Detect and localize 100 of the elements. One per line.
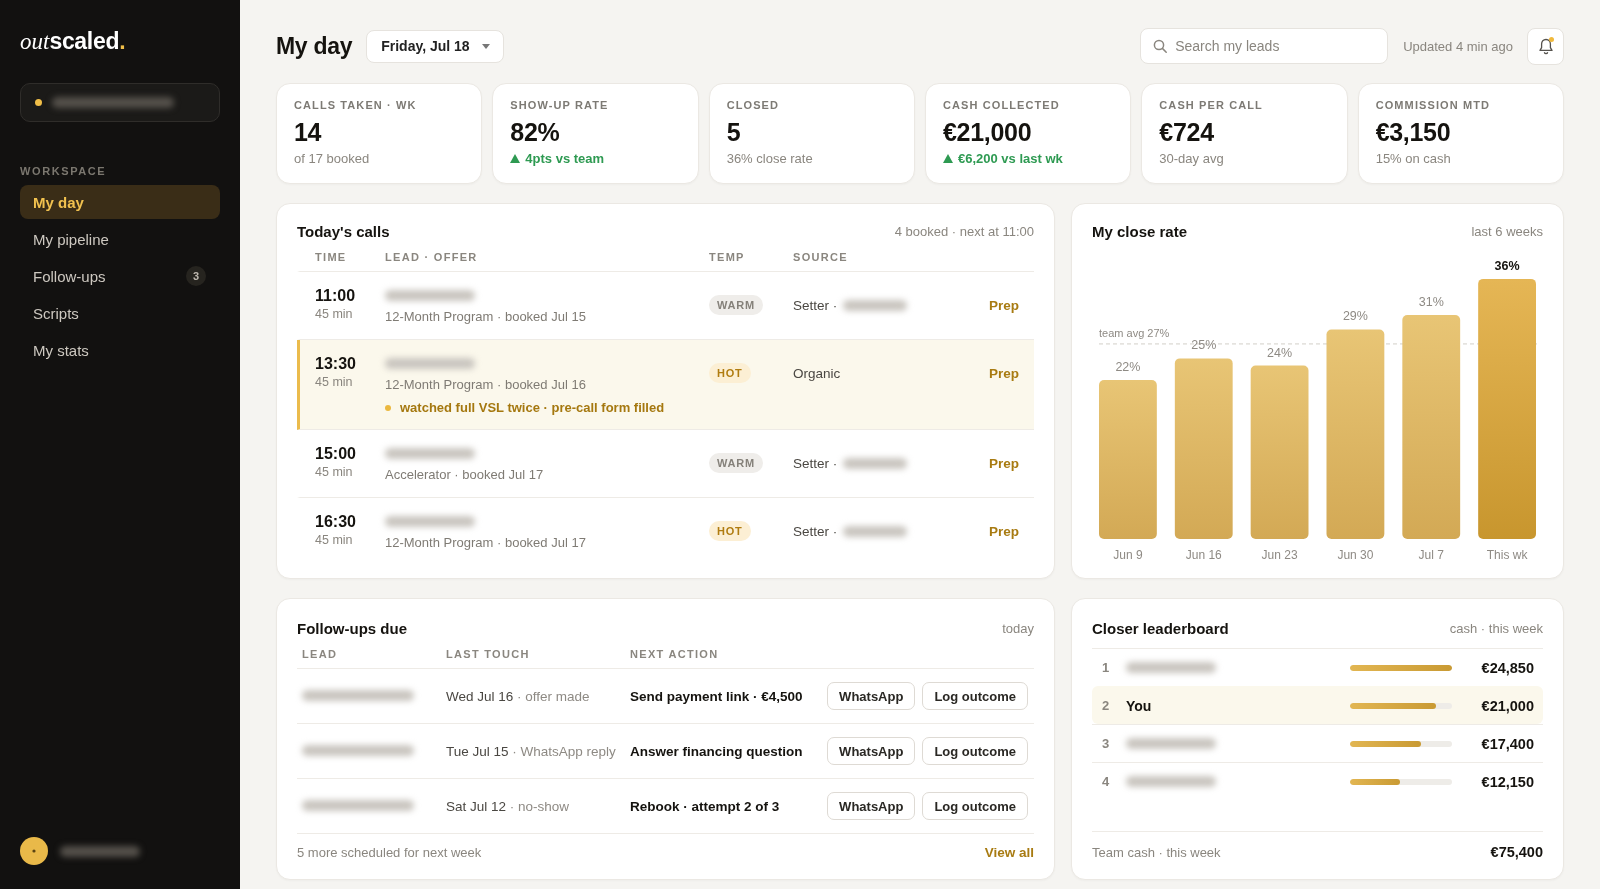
prep-link[interactable]: Prep — [989, 365, 1019, 381]
cash-amount: €21,000 — [1480, 697, 1534, 714]
panel-title: My close rate — [1092, 223, 1188, 240]
column-header: NEXT ACTION — [630, 648, 719, 660]
panel-summary: today — [1002, 620, 1034, 636]
call-row[interactable]: 16:30 45 min 12-Month Program · booked Jul 17 HOT Setter · Prep — [297, 498, 1034, 565]
column-header: SOURCE — [793, 251, 848, 263]
row-action-button[interactable]: WhatsApp — [827, 682, 916, 710]
offer-text: 12-Month Program · booked Jul 16 — [385, 376, 586, 394]
panel-summary: cash · this week — [1449, 620, 1543, 636]
nav-item[interactable]: My stats — [20, 333, 220, 367]
closer-name: You — [1126, 697, 1152, 714]
call-time: 11:00 — [315, 286, 356, 306]
next-action: Send payment link · €4,500 — [630, 688, 803, 704]
row-action-button[interactable]: WhatsApp — [827, 737, 916, 765]
source-label: Setter · — [793, 455, 838, 471]
search-icon — [1153, 39, 1168, 53]
footer-note: 5 more scheduled for next week — [297, 845, 482, 860]
panel-title: Today's calls — [297, 223, 390, 240]
column-header: LAST TOUCH — [446, 648, 530, 660]
call-row[interactable]: 13:30 45 min 12-Month Program · booked Jul 16 watched full VSL twice · pre-call form filled HOT Organic Prep — [297, 340, 1034, 430]
axis-label: Jun 16 — [1185, 548, 1222, 562]
date-dropdown[interactable]: Friday, Jul 18 — [366, 29, 504, 63]
column-header: TIME — [315, 251, 347, 263]
panel-title: Closer leaderboard — [1092, 619, 1229, 637]
kpi-label: SHOW-UP RATE — [510, 98, 609, 112]
lead-note: watched full VSL twice · pre-call form filled — [400, 399, 665, 416]
rank-number: 4 — [1102, 774, 1111, 789]
temperature-tag: WARM — [709, 453, 764, 473]
offer-text: 12-Month Program · booked Jul 15 — [385, 308, 586, 326]
logo: outscaled. — [20, 27, 126, 56]
rank-number: 1 — [1102, 660, 1111, 675]
axis-label: Jun 9 — [1113, 548, 1143, 562]
row-action-button[interactable]: WhatsApp — [827, 792, 916, 820]
kpi-delta: €6,200 vs last wk — [958, 151, 1063, 166]
nav-item[interactable]: Follow-ups 3 — [20, 259, 220, 293]
kpi-label: CASH COLLECTED — [943, 98, 1060, 112]
temperature-tag: WARM — [709, 295, 764, 315]
kpi-caption: 15% on cash — [1375, 151, 1451, 166]
source-label: Organic — [793, 365, 841, 381]
call-row[interactable]: 15:00 45 min Accelerator · booked Jul 17 WARM Setter · Prep — [297, 430, 1034, 498]
kpi-value: €724 — [1159, 117, 1214, 147]
bar-value-label: 24% — [1267, 345, 1293, 360]
column-header: TEMP — [709, 251, 745, 263]
next-action: Answer financing question — [630, 743, 803, 759]
call-time: 15:00 — [315, 444, 356, 464]
last-touch: Sat Jul 12 · no-show — [446, 798, 570, 814]
nav-item[interactable]: My pipeline — [20, 222, 220, 256]
call-duration: 45 min — [315, 464, 353, 481]
kpi-label: CALLS TAKEN · WK — [294, 98, 417, 112]
user-avatar-icon[interactable] — [20, 837, 48, 865]
axis-label: Jul 7 — [1418, 548, 1444, 562]
axis-label: Jun 30 — [1337, 548, 1374, 562]
offer-text: 12-Month Program · booked Jul 17 — [385, 534, 586, 552]
cash-amount: €12,150 — [1480, 773, 1534, 790]
kpi-caption: of 17 booked — [294, 151, 370, 166]
row-action-button[interactable]: Log outcome — [922, 792, 1028, 820]
kpi-label: CLOSED — [726, 98, 780, 112]
source-label: Setter · — [793, 523, 838, 539]
bar-value-label: 22% — [1115, 360, 1141, 375]
updated-label: Updated 4 min ago — [1403, 38, 1513, 54]
row-action-button[interactable]: Log outcome — [922, 737, 1028, 765]
next-action: Rebook · attempt 2 of 3 — [630, 798, 780, 814]
bar-value-label: 25% — [1191, 338, 1217, 353]
nav-item[interactable]: My day — [20, 185, 220, 219]
cash-amount: €17,400 — [1480, 735, 1534, 752]
status-dot-icon — [35, 99, 42, 106]
last-touch: Tue Jul 15 · WhatsApp reply — [446, 743, 616, 759]
temperature-tag: HOT — [709, 363, 751, 383]
kpi-label: COMMISSION MTD — [1375, 98, 1491, 112]
call-duration: 45 min — [315, 306, 353, 323]
nav-item[interactable]: Scripts — [20, 296, 220, 330]
kpi-delta: 4pts vs team — [525, 151, 605, 166]
panel-summary: last 6 weeks — [1471, 224, 1543, 239]
footer-total: €75,400 — [1490, 844, 1543, 860]
prep-link[interactable]: Prep — [989, 297, 1019, 313]
axis-label: Jun 23 — [1261, 548, 1298, 562]
footer-label: Team cash · this week — [1092, 844, 1221, 860]
notifications-button[interactable] — [1527, 27, 1564, 65]
kpi-label: CASH PER CALL — [1159, 98, 1263, 112]
kpi-value: 82% — [510, 117, 560, 147]
column-header: LEAD · OFFER — [385, 251, 478, 263]
kpi-value: €3,150 — [1375, 117, 1451, 147]
rank-number: 3 — [1102, 736, 1111, 751]
prep-link[interactable]: Prep — [989, 455, 1019, 471]
call-time: 13:30 — [315, 354, 356, 374]
bar-value-label: 36% — [1494, 258, 1520, 273]
row-action-button[interactable]: Log outcome — [922, 682, 1028, 710]
column-header: LEAD — [302, 648, 338, 660]
bar-value-label: 31% — [1418, 295, 1444, 309]
call-duration: 45 min — [315, 532, 353, 549]
prep-link[interactable]: Prep — [989, 523, 1019, 539]
count-badge: 3 — [186, 266, 206, 286]
view-all-link[interactable]: View all — [984, 845, 1034, 860]
page-title: My day — [276, 32, 353, 60]
kpi-value: 14 — [294, 117, 322, 147]
search-field[interactable]: Search my leads — [1140, 28, 1389, 64]
workspace-switcher[interactable] — [20, 83, 220, 122]
call-time: 16:30 — [315, 512, 356, 532]
source-label: Setter · — [793, 297, 838, 313]
